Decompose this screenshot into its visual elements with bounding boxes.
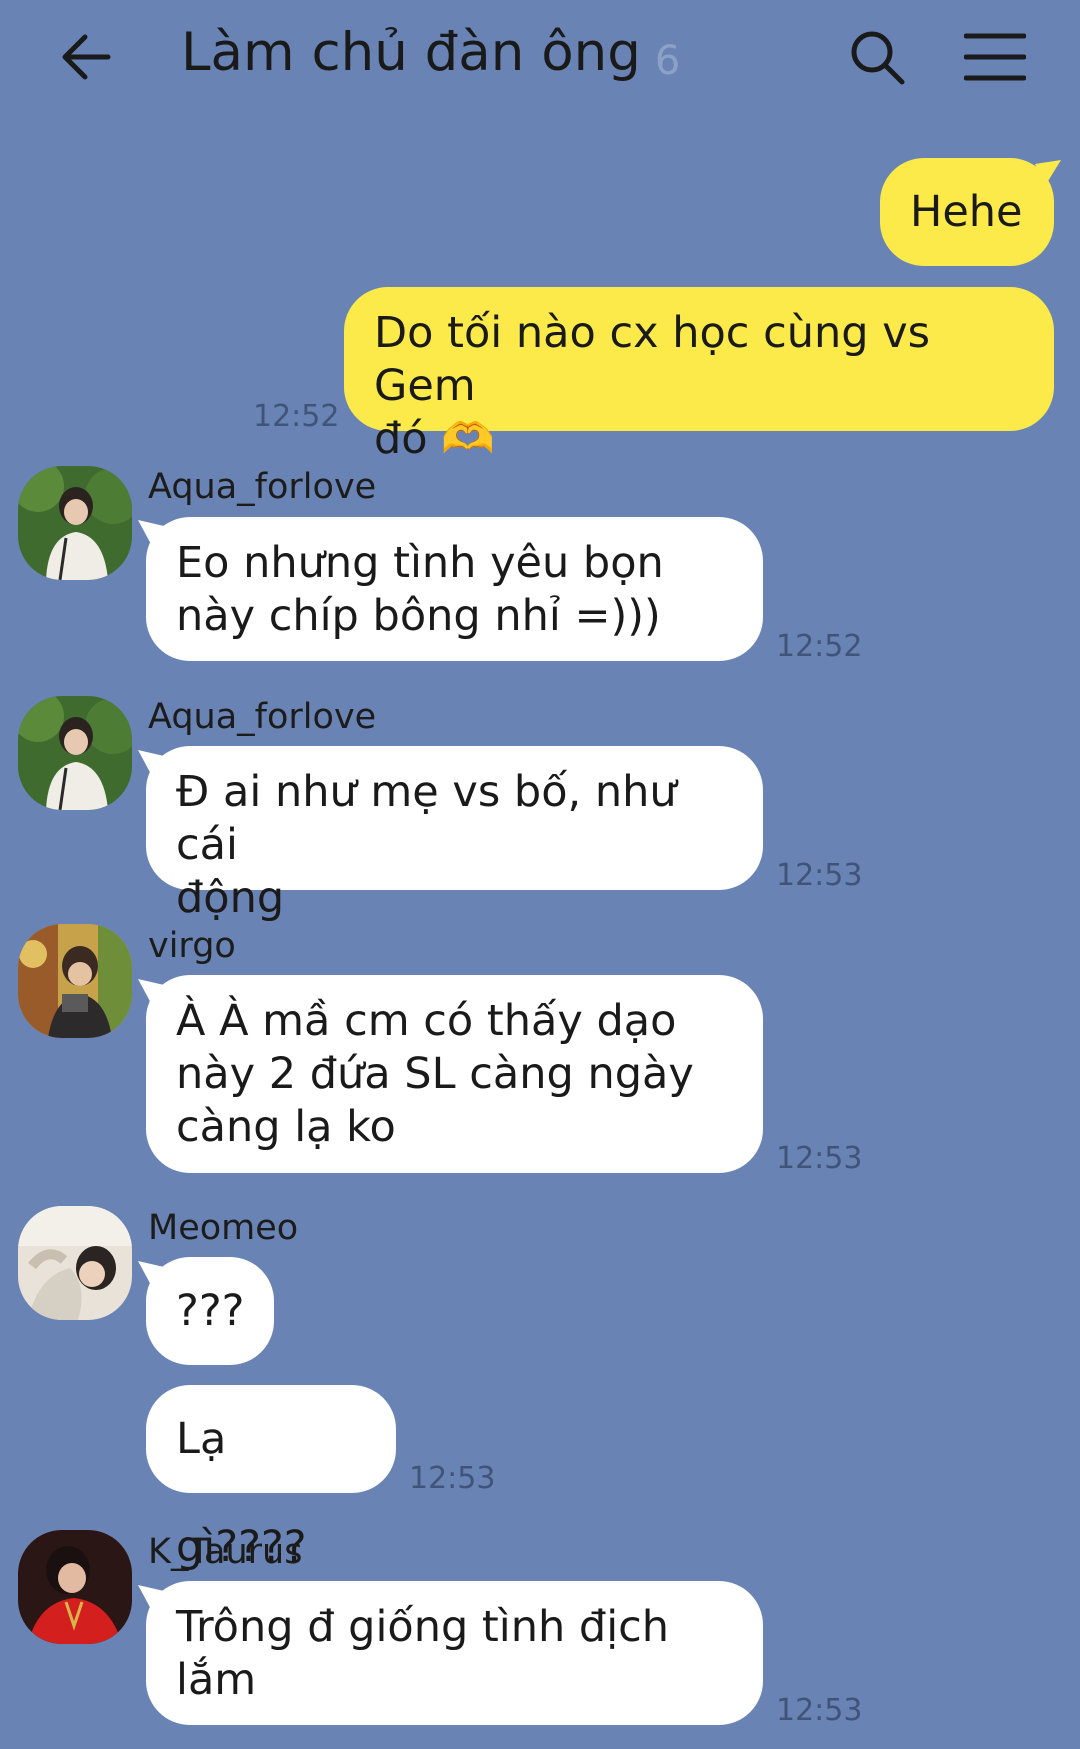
message-time: 12:53 <box>776 1141 863 1176</box>
message-text: Hehe <box>910 187 1023 237</box>
sender-name: K_Taurus <box>148 1532 303 1572</box>
my-message-bubble[interactable]: Do tối nào cx học cùng vs Gem đó 🫶 <box>344 287 1054 464</box>
message-line: Eo nhưng tình yêu bọn <box>176 538 664 588</box>
message-line: động <box>176 873 285 923</box>
message-line: Do tối nào cx học cùng vs Gem <box>374 308 931 411</box>
my-message-bubble[interactable]: Hehe <box>880 158 1054 266</box>
message-line: Đ ai như mẹ vs bố, như cái <box>176 767 677 870</box>
avatar[interactable] <box>18 466 132 580</box>
search-icon[interactable] <box>848 28 906 86</box>
sender-name: Aqua_forlove <box>148 467 377 507</box>
message-time: 12:52 <box>253 399 340 434</box>
message-time: 12:53 <box>409 1461 496 1496</box>
their-message-bubble[interactable]: Eo nhưng tình yêu bọn này chíp bông nhỉ … <box>146 517 763 661</box>
avatar[interactable] <box>18 1206 132 1320</box>
avatar[interactable] <box>18 1530 132 1644</box>
menu-icon[interactable] <box>963 32 1027 82</box>
message-line: này chíp bông nhỉ =))) <box>176 591 661 641</box>
message-line: Trông đ giống tình địch <box>176 1602 670 1652</box>
their-message-bubble[interactable]: Trông đ giống tình địch lắm <box>146 1581 763 1725</box>
chat-title: Làm chủ đàn ông 6 <box>181 22 681 84</box>
their-message-bubble[interactable]: ??? <box>146 1257 274 1365</box>
back-arrow-icon[interactable] <box>58 28 116 86</box>
message-time: 12:53 <box>776 1693 863 1728</box>
sender-name: Aqua_forlove <box>148 697 377 737</box>
message-time: 12:52 <box>776 629 863 664</box>
message-line: lắm <box>176 1655 257 1705</box>
message-line: này 2 đứa SL càng ngày <box>176 1049 694 1099</box>
sender-name: Meomeo <box>148 1208 299 1248</box>
message-line: À À mầ cm có thấy dạo <box>176 996 677 1046</box>
their-message-bubble[interactable]: À À mầ cm có thấy dạo này 2 đứa SL càng … <box>146 975 763 1173</box>
message-time: 12:53 <box>776 858 863 893</box>
sender-name: virgo <box>148 926 236 966</box>
chat-title-text: Làm chủ đàn ông <box>181 22 641 83</box>
their-message-bubble[interactable]: Lạ gì???? <box>146 1385 396 1572</box>
message-line: càng lạ ko <box>176 1102 396 1152</box>
avatar[interactable] <box>18 696 132 810</box>
avatar[interactable] <box>18 924 132 1038</box>
chat-header: Làm chủ đàn ông 6 <box>0 0 1080 118</box>
their-message-bubble[interactable]: Đ ai như mẹ vs bố, như cái động <box>146 746 763 923</box>
bubble-tail <box>1035 160 1061 186</box>
message-line: đó 🫶 <box>374 414 495 464</box>
member-count: 6 <box>654 38 681 84</box>
message-text: ??? <box>176 1286 245 1336</box>
